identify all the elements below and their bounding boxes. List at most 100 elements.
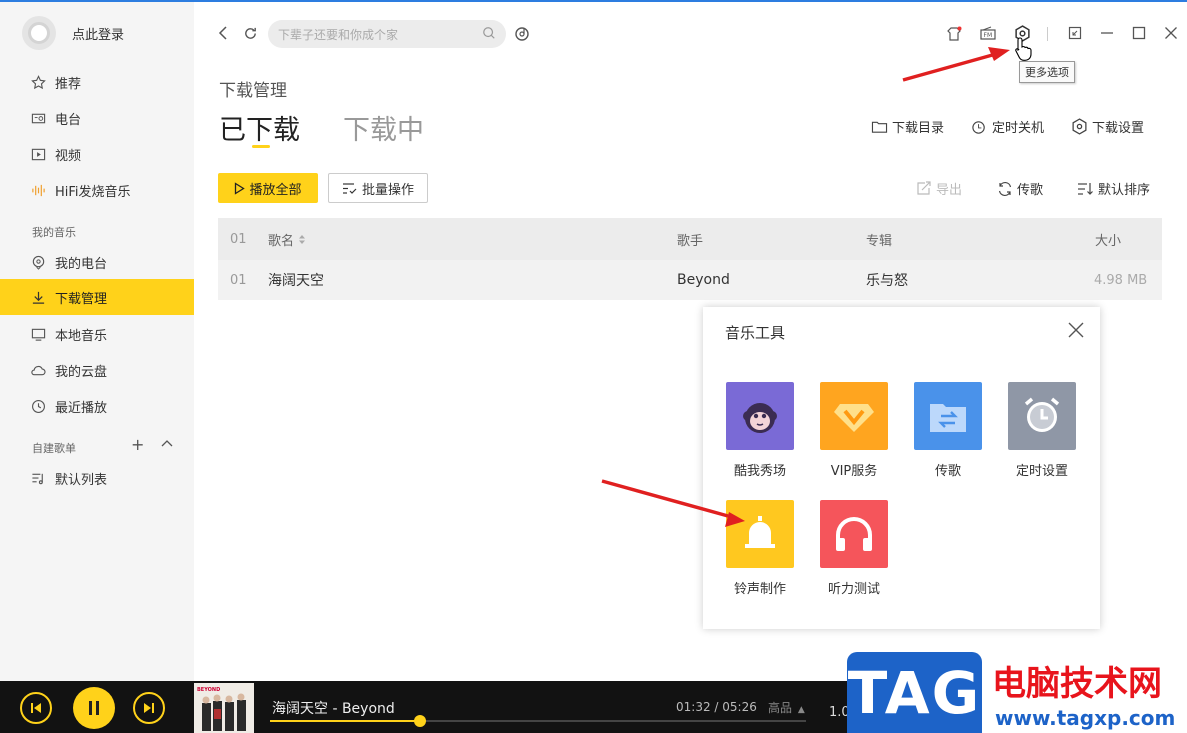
transfer-songs-button[interactable]: 传歌: [997, 179, 1043, 198]
batch-operation-label: 批量操作: [361, 182, 414, 198]
folder-icon: [871, 119, 888, 134]
watermark-url: www.tagxp.com: [995, 706, 1176, 730]
tab-downloading[interactable]: 下载中: [343, 108, 424, 147]
sidebar: 点此登录 推荐 电台 视频 HiFi发烧音乐 我的音乐 我的电台 下载管理 本地…: [0, 2, 194, 681]
timed-shutdown-link[interactable]: 定时关机: [971, 117, 1044, 136]
profile[interactable]: 点此登录: [22, 16, 124, 50]
album-cover[interactable]: BEYOND: [194, 683, 254, 733]
timer-power-icon: [971, 119, 988, 135]
search-input[interactable]: 下辈子还要和你成个家: [268, 20, 506, 48]
sort-icon: [1077, 182, 1094, 196]
quality-selector[interactable]: 高品 ▲: [768, 699, 805, 716]
tab-downloaded[interactable]: 已下载: [219, 108, 300, 147]
play-all-label: 播放全部: [249, 182, 302, 198]
top-toolbar: 下辈子还要和你成个家 FM: [194, 2, 1187, 62]
export-button[interactable]: 导出: [916, 179, 962, 198]
default-sort-button[interactable]: 默认排序: [1077, 179, 1150, 198]
location-radio-icon: [30, 254, 46, 270]
avatar[interactable]: [22, 16, 56, 50]
tool-kuwo-show[interactable]: 酷我秀场: [715, 382, 805, 479]
progress-fill: [270, 720, 421, 722]
progress-handle[interactable]: [414, 715, 427, 727]
search-icon[interactable]: [482, 26, 496, 43]
progress-track[interactable]: [270, 715, 806, 727]
sidebar-item-hifi[interactable]: HiFi发烧音乐: [0, 172, 194, 208]
header-song[interactable]: 歌名: [268, 218, 306, 260]
sidebar-item-downloads[interactable]: 下载管理: [0, 279, 194, 315]
sidebar-item-label: 推荐: [55, 76, 82, 92]
sort-arrows-icon: [298, 234, 306, 245]
playlist-icon: [30, 470, 46, 486]
default-sort-label: 默认排序: [1098, 183, 1151, 198]
tool-vip-service[interactable]: VIP服务: [809, 382, 899, 479]
previous-button[interactable]: [20, 692, 52, 724]
back-button[interactable]: [214, 23, 234, 43]
cloud-icon: [30, 362, 46, 378]
close-icon[interactable]: [1067, 321, 1085, 339]
headphones-icon: [820, 500, 888, 568]
song-recognition-icon[interactable]: [512, 24, 532, 44]
sidebar-item-label: 我的电台: [55, 256, 108, 272]
sidebar-item-label: HiFi发烧音乐: [55, 184, 131, 200]
toolbar-divider: [1047, 27, 1048, 41]
radio-icon: [30, 110, 46, 126]
sidebar-item-video[interactable]: 视频: [0, 136, 194, 172]
header-size: 大小: [1095, 233, 1122, 249]
maximize-icon[interactable]: [1129, 23, 1149, 43]
watermark-site-name: 电脑技术网: [992, 664, 1162, 704]
sidebar-item-label: 本地音乐: [55, 328, 108, 344]
download-settings-label: 下载设置: [1092, 121, 1145, 136]
next-button[interactable]: [133, 692, 165, 724]
tool-ringtone-maker[interactable]: 铃声制作: [715, 500, 805, 597]
tool-label: 酷我秀场: [733, 464, 786, 479]
timed-shutdown-label: 定时关机: [992, 121, 1045, 136]
sidebar-item-label: 下载管理: [55, 291, 108, 307]
bell-icon: [726, 500, 794, 568]
video-icon: [30, 146, 46, 162]
play-icon: [234, 181, 246, 195]
sidebar-item-label: 电台: [55, 112, 82, 128]
mini-mode-icon[interactable]: [1065, 23, 1085, 43]
page-title: 下载管理: [219, 81, 287, 101]
row-song[interactable]: 海阔天空: [268, 260, 324, 300]
collapse-playlists-button[interactable]: [160, 436, 174, 455]
row-artist[interactable]: Beyond: [677, 260, 730, 300]
row-index: 01: [230, 272, 247, 288]
sidebar-item-local-music[interactable]: 本地音乐: [0, 316, 194, 352]
download-icon: [30, 289, 46, 305]
fm-radio-icon[interactable]: FM: [978, 24, 998, 44]
chevron-up-icon: ▲: [797, 705, 805, 715]
sidebar-item-cloud[interactable]: 我的云盘: [0, 352, 194, 388]
batch-operation-button[interactable]: 批量操作: [328, 173, 428, 203]
skin-icon[interactable]: [944, 24, 964, 44]
refresh-button[interactable]: [240, 23, 260, 43]
monitor-icon: [30, 326, 46, 342]
dialog-title: 音乐工具: [725, 324, 786, 342]
alarm-clock-icon: [1008, 382, 1076, 450]
sidebar-item-recommend[interactable]: 推荐: [0, 64, 194, 100]
minimize-icon[interactable]: [1097, 23, 1117, 43]
download-folder-link[interactable]: 下载目录: [871, 117, 944, 136]
monkey-icon: [726, 382, 794, 450]
tab-active-indicator: [252, 145, 270, 148]
table-row[interactable]: 01 海阔天空 Beyond 乐与怒 4.98 MB: [218, 260, 1162, 300]
tool-hearing-test[interactable]: 听力测试: [809, 500, 899, 597]
header-album: 专辑: [866, 233, 893, 249]
pause-button[interactable]: [73, 687, 115, 729]
sidebar-item-radio[interactable]: 电台: [0, 100, 194, 136]
close-icon[interactable]: [1161, 23, 1181, 43]
row-album[interactable]: 乐与怒: [866, 260, 908, 300]
login-link[interactable]: 点此登录: [72, 24, 124, 43]
sidebar-item-label: 我的云盘: [55, 364, 108, 380]
sidebar-item-default-playlist[interactable]: 默认列表: [0, 460, 194, 496]
add-playlist-button[interactable]: +: [131, 435, 144, 454]
download-settings-link[interactable]: 下载设置: [1071, 117, 1144, 136]
tool-transfer-songs[interactable]: 传歌: [903, 382, 993, 479]
table-header: 01 歌名 歌手 专辑 大小: [218, 218, 1162, 260]
export-icon: [916, 181, 932, 196]
sidebar-item-my-radio[interactable]: 我的电台: [0, 244, 194, 280]
tool-timer-settings[interactable]: 定时设置: [997, 382, 1087, 479]
now-playing-title[interactable]: 海阔天空 - Beyond: [272, 698, 395, 718]
play-all-button[interactable]: 播放全部: [218, 173, 318, 203]
sidebar-item-recent[interactable]: 最近播放: [0, 388, 194, 424]
